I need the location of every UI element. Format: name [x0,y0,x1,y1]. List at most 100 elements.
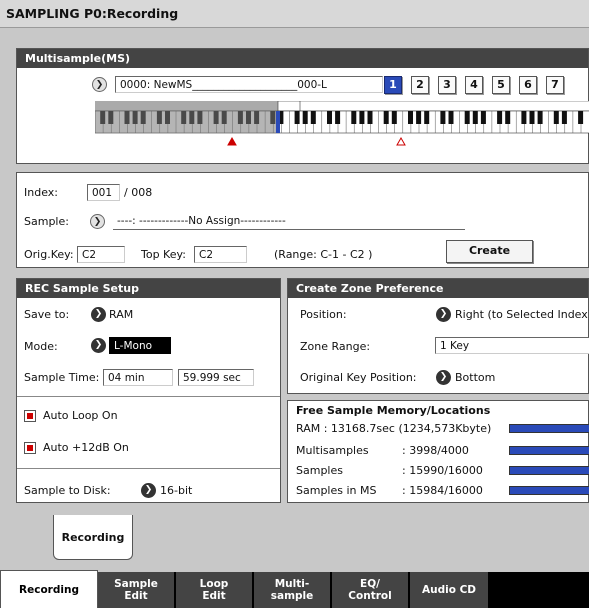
black-key [351,111,357,124]
black-key [464,111,470,124]
orig-key-position-select-icon[interactable]: ❯ [436,370,451,385]
index-panel: Index: 001 / 008 Sample: ❯ ----: -------… [16,172,589,268]
rec-setup-panel: REC Sample Setup Save to: ❯ RAM Mode: ❯ … [16,278,281,503]
multisample-button-6[interactable]: 6 [519,76,537,94]
black-key [327,111,332,124]
multisample-button-4[interactable]: 4 [465,76,483,94]
multisample-name-field[interactable]: 0000: NewMS____________________000-L [115,76,383,93]
disk-value[interactable]: 16-bit [160,484,192,497]
rec-setup-header: REC Sample Setup [17,279,280,298]
black-key [367,111,373,124]
multisample-panel: Multisample(MS) ❯ 0000: NewMS___________… [16,48,589,164]
disk-label: Sample to Disk: [24,484,111,497]
zone-range-field[interactable]: 1 Key [435,337,589,354]
sample-time-sec-field[interactable]: 59.999 sec [178,369,254,386]
samples-label: Samples [296,464,343,477]
mode-label: Mode: [24,340,58,353]
black-key [497,111,503,124]
position-value[interactable]: Right (to Selected Index) [455,308,589,321]
subtab-recording[interactable]: Recording [53,515,133,560]
memory-ram-text: RAM : 13168.7sec (1234,573Kbyte) [296,422,492,435]
origkey-field[interactable]: C2 [77,246,125,263]
sample-label: Sample: [24,215,69,228]
tab-loop-edit[interactable]: Loop Edit [176,572,254,608]
black-key [472,111,478,124]
orig-key-position-value[interactable]: Bottom [455,371,495,384]
auto-loop-label: Auto Loop On [43,409,118,422]
auto-loop-checkbox[interactable] [24,410,36,422]
samples-in-ms-bar [509,486,589,495]
zone-pref-header: Create Zone Preference [288,279,588,298]
samples-bar-fill [510,467,589,474]
auto-12db-checkbox[interactable] [24,442,36,454]
sample-time-min-field[interactable]: 04 min [103,369,173,386]
sample-select-icon[interactable]: ❯ [90,214,105,229]
memory-ram-bar [509,424,589,433]
samples-in-ms-label: Samples in MS [296,484,377,497]
black-key [561,111,567,124]
memory-header: Free Sample Memory/Locations [296,404,491,417]
zone-assigned [95,101,278,111]
create-button[interactable]: Create [446,240,533,263]
black-key [529,111,535,124]
position-label: Position: [300,308,347,321]
range-marker-outline-icon [396,136,406,146]
tab-eq-control[interactable]: EQ/ Control [332,572,410,608]
keyboard-display[interactable] [95,101,589,151]
topkey-field[interactable]: C2 [194,246,247,263]
black-key [408,111,413,124]
mode-field[interactable]: L-Mono [109,337,171,354]
tab-recording[interactable]: Recording [0,570,98,608]
zone-pref-panel: Create Zone Preference Position: ❯ Right… [287,278,589,394]
save-label: Save to: [24,308,70,321]
black-key [505,111,511,124]
tab-audio-cd[interactable]: Audio CD [410,572,490,608]
mode-select-icon[interactable]: ❯ [91,338,106,353]
multisamples-bar [509,446,589,455]
multisample-button-2[interactable]: 2 [411,76,429,94]
rec-setup-divider [17,396,280,397]
position-select-icon[interactable]: ❯ [436,307,451,322]
black-key [416,111,422,124]
tab-sample-edit[interactable]: Sample Edit [98,572,176,608]
multisample-button-7[interactable]: 7 [546,76,564,94]
multisamples-label: Multisamples [296,444,369,457]
orig-key-position-label: Original Key Position: [300,371,417,384]
zone-range-label: Zone Range: [300,340,371,353]
samples-in-ms-bar-fill [510,487,589,494]
zone-current [277,101,301,112]
black-key [310,111,316,124]
black-key [448,111,454,124]
index-total: / 008 [124,186,153,199]
black-key [359,111,365,124]
disk-select-icon[interactable]: ❯ [141,483,156,498]
black-key [480,111,486,124]
multisample-button-3[interactable]: 3 [438,76,456,94]
black-key [302,111,308,124]
memory-ram-bar-fill [510,425,589,432]
multisample-select-icon[interactable]: ❯ [92,77,107,92]
black-key [578,111,584,124]
sample-field[interactable]: ----: -------------No Assign------------ [113,213,465,230]
multisamples-value: : 3998/4000 [402,444,469,457]
save-select-icon[interactable]: ❯ [91,307,106,322]
black-key [537,111,543,124]
black-key [294,111,300,124]
tab-multisample[interactable]: Multi- sample [254,572,332,608]
origkey-label: Orig.Key: [24,248,74,261]
index-field[interactable]: 001 [87,184,120,201]
auto-12db-label: Auto +12dB On [43,441,129,454]
black-key [391,111,397,124]
save-value[interactable]: RAM [109,308,133,321]
memory-panel: Free Sample Memory/Locations RAM : 13168… [287,400,589,503]
black-key [335,111,341,124]
black-key [553,111,559,124]
multisample-button-1[interactable]: 1 [384,76,402,94]
rec-setup-divider-2 [17,468,280,469]
black-key [424,111,430,124]
zone-shade [95,111,278,133]
samples-bar [509,466,589,475]
topkey-label: Top Key: [141,248,186,261]
multisample-button-5[interactable]: 5 [492,76,510,94]
sample-time-label: Sample Time: [24,371,100,384]
